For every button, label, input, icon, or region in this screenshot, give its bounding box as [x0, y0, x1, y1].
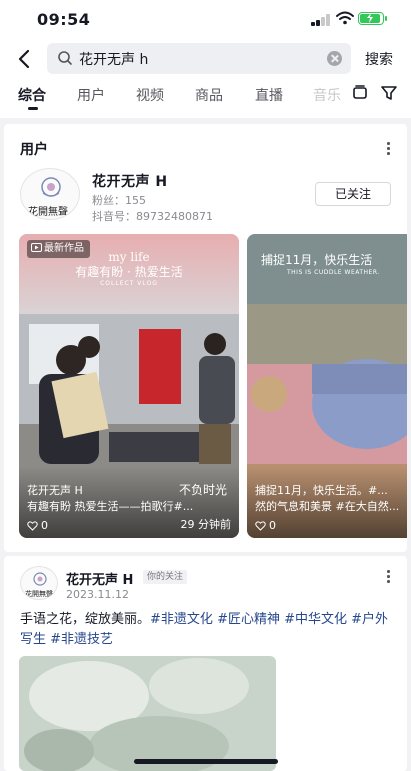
heart-icon — [255, 521, 266, 531]
video-1-overlay-text: 有趣有盼 · 热爱生活 — [75, 265, 183, 279]
fans-label: 粉丝： — [92, 194, 125, 207]
video-1-likes: 0 — [27, 519, 48, 532]
search-input[interactable]: 花开无声 h — [47, 43, 351, 74]
search-tabs: 综合 用户 视频 商品 直播 音乐 — [0, 78, 411, 118]
douyin-id-value: 89732480871 — [136, 210, 213, 223]
more-options-icon[interactable] — [380, 140, 396, 156]
cellular-signal-icon — [311, 14, 331, 26]
status-time: 09:54 — [37, 10, 91, 29]
section-title-users: 用户 — [20, 142, 48, 158]
video-2-author: 捕捉11月，快乐生活。#... — [255, 484, 388, 497]
video-2-likes: 0 — [255, 519, 276, 532]
search-button[interactable]: 搜索 — [365, 49, 393, 69]
search-icon — [58, 51, 72, 65]
search-query: 花开无声 h — [79, 52, 149, 68]
post-text: 手语之花，绽放美丽。#非遗文化 #匠心精神 #中华文化 #户外写生 #非遗技艺 — [20, 610, 400, 650]
tab-users[interactable]: 用户 — [77, 85, 105, 105]
fans-count: 155 — [125, 194, 146, 207]
avatar-text: 花開無聲 — [28, 207, 68, 218]
post-text-lead: 手语之花，绽放美丽。 — [20, 612, 151, 627]
filter-icon[interactable] — [380, 84, 398, 102]
active-tab-indicator — [28, 107, 38, 110]
search-header: 花开无声 h 搜索 — [0, 40, 411, 78]
post-avatar-text: 花開無聲 — [25, 590, 53, 598]
video-1-desc: 有趣有盼 热爱生活——拍歌行#... — [27, 500, 194, 513]
post-image-content — [19, 656, 276, 771]
post-card: 花開無聲 花开无声 H 你的关注 2023.11.12 手语之花，绽放美丽。#非… — [4, 556, 407, 771]
tab-products[interactable]: 商品 — [195, 85, 223, 105]
hashtag-link[interactable]: #中华文化 — [284, 612, 347, 627]
video-1-like-count: 0 — [41, 519, 48, 532]
video-2-overlay-text: 捕捉11月，快乐生活 — [261, 253, 373, 267]
video-card-1[interactable]: my life 有趣有盼 · 热爱生活 COLLECT VLOG 最新作品 不负… — [19, 234, 239, 538]
user-results-card: 用户 花開無聲 花开无声 H 粉丝：155 抖音号：89732480871 已关… — [4, 124, 407, 552]
status-bar: 09:54 — [0, 0, 411, 40]
post-avatar[interactable]: 花開無聲 — [20, 566, 58, 600]
video-1-handwriting: 不负时光 — [178, 483, 227, 497]
followed-button[interactable]: 已关注 — [315, 182, 391, 206]
user-fans: 粉丝：155 — [92, 192, 146, 208]
hashtag-link[interactable]: #非遗文化 — [150, 612, 213, 627]
post-date: 2023.11.12 — [66, 588, 129, 601]
layout-toggle-icon[interactable] — [351, 84, 369, 102]
post-image[interactable] — [19, 656, 276, 771]
video-play-icon — [31, 243, 42, 252]
hashtag-link[interactable]: #非遗技艺 — [50, 632, 113, 647]
post-more-options-icon[interactable] — [380, 568, 396, 584]
douyin-id-label: 抖音号： — [92, 210, 136, 223]
video-2-desc: 然的气息和美景 #在大自然... — [255, 500, 400, 513]
home-indicator — [134, 759, 278, 764]
hashtag-link[interactable]: #匠心精神 — [217, 612, 280, 627]
latest-work-label: 最新作品 — [44, 243, 84, 254]
wifi-icon — [336, 11, 354, 25]
tab-live[interactable]: 直播 — [255, 85, 283, 105]
heart-icon — [27, 521, 38, 531]
video-1-author: 花开无声 H — [27, 484, 83, 497]
video-1-overlay-en: COLLECT VLOG — [100, 280, 158, 287]
post-author[interactable]: 花开无声 H — [66, 569, 133, 588]
following-tag: 你的关注 — [143, 570, 188, 584]
tab-videos[interactable]: 视频 — [136, 85, 164, 105]
tab-music[interactable]: 音乐 — [313, 85, 341, 105]
tab-general[interactable]: 综合 — [18, 85, 46, 105]
video-2-like-count: 0 — [269, 519, 276, 532]
back-arrow-icon[interactable] — [12, 46, 38, 72]
video-1-time: 29 分钟前 — [180, 518, 232, 531]
user-douyin-id: 抖音号：89732480871 — [92, 208, 213, 224]
video-card-2[interactable]: 捕捉11月，快乐生活 THIS IS CUDDLE WEATHER. 捕捉11月… — [247, 234, 407, 538]
avatar[interactable]: 花開無聲 — [20, 168, 80, 220]
video-2-overlay-en: THIS IS CUDDLE WEATHER. — [287, 269, 380, 276]
latest-work-badge: 最新作品 — [27, 240, 90, 258]
clear-search-icon[interactable] — [327, 51, 342, 66]
user-name[interactable]: 花开无声 H — [92, 171, 168, 191]
battery-icon — [358, 12, 387, 25]
